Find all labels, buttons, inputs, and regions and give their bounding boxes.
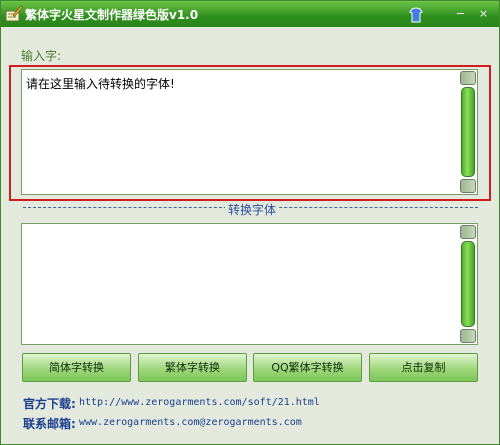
input-textarea[interactable]: 请在这里输入待转换的字体! — [21, 69, 478, 195]
qq-traditional-convert-button[interactable]: QQ繁体字转换 — [253, 353, 362, 382]
minimize-button[interactable]: − — [452, 5, 469, 22]
scroll-up-arrow-icon[interactable] — [460, 225, 476, 239]
output-textarea[interactable] — [21, 223, 478, 345]
simplified-convert-button[interactable]: 简体字转换 — [22, 353, 131, 382]
scroll-down-arrow-icon[interactable] — [460, 329, 476, 343]
title-bar[interactable]: 繁体字火星文制作器绿色版v1.0 − × — [1, 1, 499, 27]
input-text[interactable]: 请在这里输入待转换的字体! — [26, 75, 175, 92]
app-window: 繁体字火星文制作器绿色版v1.0 − × 输入字: 请在这里输入待转换的字体! … — [0, 0, 500, 445]
email-label: 联系邮箱: — [23, 417, 76, 431]
traditional-convert-button[interactable]: 繁体字转换 — [138, 353, 247, 382]
close-button[interactable]: × — [475, 5, 492, 22]
scroll-up-arrow-icon[interactable] — [460, 71, 476, 85]
skin-icon[interactable] — [409, 7, 423, 23]
scroll-thumb[interactable] — [461, 241, 475, 327]
scroll-down-arrow-icon[interactable] — [460, 179, 476, 193]
pencil-paper-icon — [5, 5, 23, 22]
input-scrollbar[interactable] — [460, 71, 476, 193]
input-label: 输入字: — [21, 49, 62, 63]
download-link[interactable]: http://www.zerogarments.com/soft/21.html — [79, 397, 320, 408]
window-title: 繁体字火星文制作器绿色版v1.0 — [25, 8, 199, 22]
copy-button[interactable]: 点击复制 — [369, 353, 478, 382]
email-link[interactable]: www.zerogarments.com@zerogarments.com — [79, 417, 302, 428]
scroll-thumb[interactable] — [461, 87, 475, 177]
convert-section-label: 转换字体 — [225, 201, 280, 218]
output-scrollbar[interactable] — [460, 225, 476, 343]
download-label: 官方下载: — [23, 397, 76, 411]
